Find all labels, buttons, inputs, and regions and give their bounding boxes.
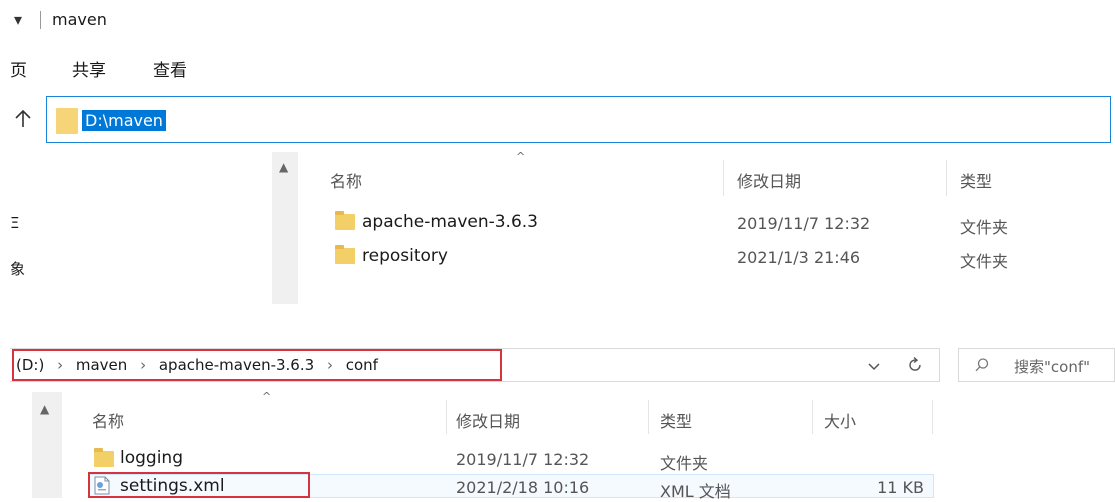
ribbon-tab-share[interactable]: 共享	[72, 56, 106, 81]
title-separator	[40, 11, 41, 29]
ribbon-tab-home[interactable]: 页	[10, 56, 27, 81]
column-divider[interactable]	[946, 160, 947, 196]
nav-item-partial[interactable]: Ξ	[10, 214, 19, 232]
address-value[interactable]: D:\maven	[82, 110, 166, 131]
scroll-up-icon[interactable]: ▲	[279, 160, 288, 174]
column-header-size[interactable]: 大小	[824, 408, 856, 432]
file-modified: 2021/2/18 10:16	[456, 478, 590, 497]
column-header-type[interactable]: 类型	[660, 408, 692, 432]
column-divider[interactable]	[648, 400, 649, 434]
file-name: logging	[120, 448, 183, 468]
folder-icon	[335, 245, 355, 264]
column-divider[interactable]	[812, 400, 813, 434]
file-name: apache-maven-3.6.3	[362, 212, 539, 232]
history-dropdown-icon[interactable]	[866, 358, 882, 372]
folder-icon	[335, 211, 355, 230]
breadcrumb-highlight	[12, 349, 502, 381]
window-title: maven	[52, 10, 107, 29]
sort-up-icon: ^	[262, 390, 272, 403]
sort-up-icon: ^	[516, 150, 526, 163]
nav-item-partial[interactable]: 象	[10, 258, 25, 279]
file-modified: 2019/11/7 12:32	[737, 214, 871, 233]
file-modified: 2021/1/3 21:46	[737, 248, 861, 267]
column-header-type[interactable]: 类型	[960, 168, 992, 192]
column-header-name[interactable]: 名称	[330, 168, 362, 192]
settings-file-highlight	[88, 472, 310, 498]
column-header-name[interactable]: 名称	[92, 408, 124, 432]
file-type: 文件夹	[960, 218, 1009, 237]
nav-scrollbar[interactable]	[272, 152, 298, 304]
search-icon	[974, 357, 990, 373]
search-input[interactable]: 搜索"conf"	[1014, 356, 1090, 377]
column-header-modified[interactable]: 修改日期	[737, 168, 801, 192]
file-type: 文件夹	[660, 454, 709, 473]
file-modified: 2019/11/7 12:32	[456, 450, 590, 469]
refresh-icon[interactable]	[904, 354, 926, 376]
quick-access-dropdown-icon[interactable]: ▾	[14, 10, 22, 29]
up-arrow-icon[interactable]	[12, 108, 34, 130]
column-divider[interactable]	[723, 160, 724, 196]
column-divider[interactable]	[932, 400, 933, 434]
file-size: 11 KB	[877, 478, 924, 497]
scroll-up-icon[interactable]: ▲	[40, 402, 49, 416]
file-type: 文件夹	[960, 252, 1009, 271]
column-divider[interactable]	[446, 400, 447, 434]
folder-icon	[94, 448, 114, 467]
column-header-modified[interactable]: 修改日期	[456, 408, 520, 432]
address-folder-icon	[56, 108, 78, 134]
address-bar[interactable]	[46, 96, 1111, 143]
file-name: repository	[362, 246, 448, 266]
file-type: XML 文档	[660, 482, 731, 501]
ribbon-tab-view[interactable]: 查看	[153, 56, 187, 81]
